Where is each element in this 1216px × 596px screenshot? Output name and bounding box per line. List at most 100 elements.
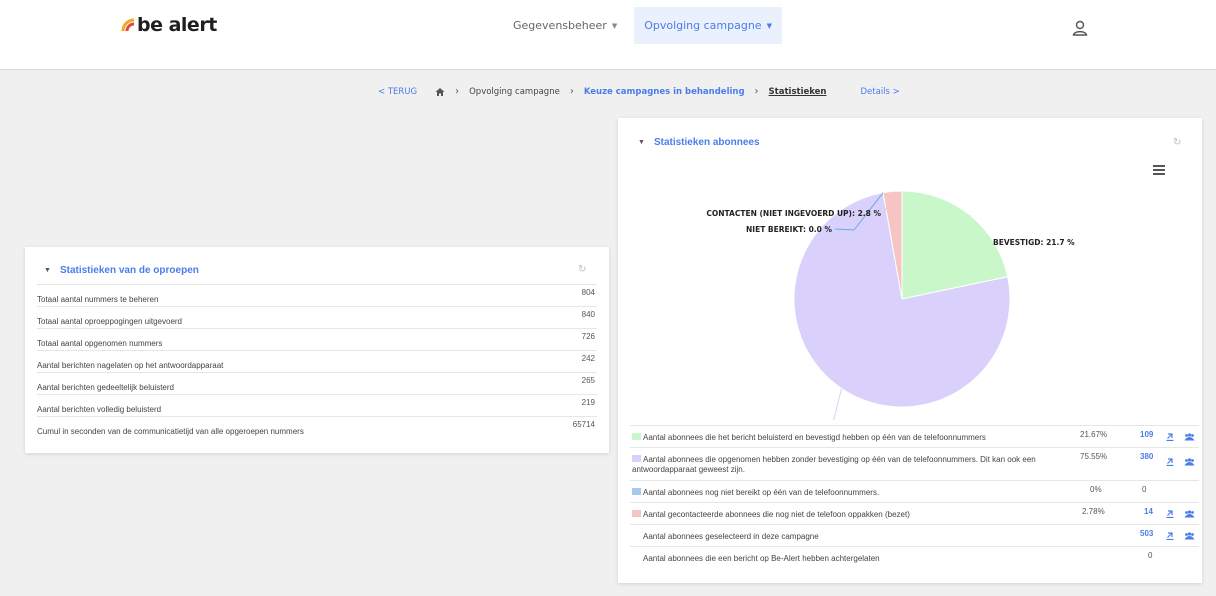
row-label: Aantal abonnees die een bericht op Be-Al…: [643, 554, 1073, 564]
row-count-link[interactable]: 503: [1140, 529, 1153, 538]
color-swatch: [632, 433, 641, 440]
chevron-down-icon: ▼: [611, 21, 618, 30]
breadcrumb-separator: ›: [455, 86, 460, 97]
breadcrumb-separator: ›: [754, 86, 759, 97]
table-row: Aantal abonnees nog niet bereikt op één …: [630, 480, 1199, 502]
row-count: 0: [1148, 551, 1153, 560]
row-percentage: 21.67%: [1080, 430, 1108, 439]
row-label: Aantal abonnees die het bericht beluiste…: [632, 433, 1062, 443]
call-statistics-panel: ▼ Statistieken van de oproepen ↻ Totaal …: [25, 247, 609, 453]
row-count-link[interactable]: 109: [1140, 430, 1153, 439]
row-label: Aantal abonnees nog niet bereikt op één …: [632, 488, 1062, 498]
pie-data-label: NIET BEREIKT: 0.0 %: [746, 225, 832, 234]
table-row: Aantal abonnees geselecteerd in deze cam…: [630, 524, 1199, 546]
color-swatch: [632, 455, 641, 462]
export-icon[interactable]: [1166, 458, 1174, 466]
row-count-link[interactable]: 14: [1144, 507, 1153, 516]
row-text: Aantal abonnees die het bericht beluiste…: [643, 433, 986, 442]
row-label: Aantal gecontacteerde abonnees die nog n…: [632, 510, 1062, 520]
row-label: Totaal aantal nummers te beheren: [37, 295, 159, 304]
breadcrumb-opvolging-campagne[interactable]: Opvolging campagne: [469, 87, 560, 97]
subscriber-pie-chart: BEVESTIGD: 21.7 %BELUISTERD: 75.5 %NIET …: [706, 190, 1075, 420]
refresh-icon[interactable]: ↻: [578, 264, 586, 275]
row-label: Cumul in seconden van de communicatietij…: [37, 427, 304, 436]
pie-label-connector: [833, 388, 843, 420]
pie-data-label: BEVESTIGD: 21.7 %: [993, 238, 1075, 247]
home-icon[interactable]: [435, 87, 445, 97]
export-icon[interactable]: [1166, 532, 1174, 540]
refresh-icon[interactable]: ↻: [1173, 137, 1181, 148]
row-value: 242: [581, 354, 595, 363]
call-statistics-table: Totaal aantal nummers te beheren 804 Tot…: [37, 284, 597, 438]
row-label: Aantal berichten gedeeltelijk beluisterd: [37, 383, 174, 392]
group-icon[interactable]: [1184, 510, 1195, 518]
row-percentage: 75.55%: [1080, 452, 1108, 461]
row-label: Aantal berichten nagelaten op het antwoo…: [37, 361, 224, 370]
breadcrumb-keuze-campagnes[interactable]: Keuze campagnes in behandeling: [584, 87, 745, 97]
pie-data-label: CONTACTEN (NIET INGEVOERD UP): 2.8 %: [706, 209, 881, 218]
row-value: 840: [581, 310, 595, 319]
back-link[interactable]: < TERUG: [378, 87, 417, 97]
subscriber-statistics-title: Statistieken abonnees: [653, 137, 760, 148]
export-icon[interactable]: [1166, 510, 1174, 518]
user-icon[interactable]: [1072, 20, 1088, 36]
row-label: Totaal aantal oproeppogingen uitgevoerd: [37, 317, 183, 326]
table-row: Aantal abonnees die een bericht op Be-Al…: [630, 546, 1199, 568]
row-value: 219: [581, 398, 595, 407]
row-text: Aantal abonnees nog niet bereikt op één …: [643, 488, 880, 497]
call-statistics-title: Statistieken van de oproepen: [59, 265, 199, 276]
logo-arc-icon: [121, 18, 135, 32]
color-swatch: [632, 488, 641, 495]
row-value: 804: [581, 288, 595, 297]
subscriber-statistics-table: Aantal abonnees die het bericht beluiste…: [630, 425, 1199, 568]
logo-text: be alert: [137, 14, 217, 36]
row-text: Aantal abonnees die een bericht op Be-Al…: [643, 554, 880, 563]
table-row: Aantal berichten gedeeltelijk beluisterd…: [37, 372, 597, 394]
group-icon[interactable]: [1184, 433, 1195, 441]
breadcrumb: < TERUG › Opvolging campagne › Keuze cam…: [378, 86, 900, 97]
nav-gegevensbeheer-label: Gegevensbeheer: [513, 19, 607, 32]
table-row: Aantal abonnees die opgenomen hebben zon…: [630, 447, 1199, 480]
row-text: Aantal abonnees die opgenomen hebben zon…: [632, 455, 1036, 474]
row-value: 65714: [572, 420, 595, 429]
table-row: Aantal berichten nagelaten op het antwoo…: [37, 350, 597, 372]
caret-down-icon: ▼: [638, 139, 645, 146]
table-row: Aantal berichten volledig beluisterd 219: [37, 394, 597, 416]
main-nav: Gegevensbeheer ▼ Opvolging campagne ▼: [504, 7, 782, 44]
details-link[interactable]: Details >: [861, 87, 900, 97]
table-row: Totaal aantal oproeppogingen uitgevoerd …: [37, 306, 597, 328]
table-row: Aantal gecontacteerde abonnees die nog n…: [630, 502, 1199, 524]
chevron-down-icon: ▼: [766, 21, 772, 30]
row-label: Aantal abonnees die opgenomen hebben zon…: [632, 455, 1062, 475]
breadcrumb-separator: ›: [569, 86, 574, 97]
be-alert-logo[interactable]: be alert: [121, 14, 217, 36]
table-row: Aantal abonnees die het bericht beluiste…: [630, 425, 1199, 447]
row-percentage: 2.78%: [1082, 507, 1105, 516]
subscriber-statistics-toggle[interactable]: ▼ Statistieken abonnees: [638, 137, 760, 148]
row-label: Totaal aantal opgenomen nummers: [37, 339, 163, 348]
row-count: 0: [1142, 485, 1147, 494]
call-statistics-toggle[interactable]: ▼ Statistieken van de oproepen: [44, 265, 199, 276]
table-row: Totaal aantal nummers te beheren 804: [37, 284, 597, 306]
top-navigation-bar: be alert Gegevensbeheer ▼ Opvolging camp…: [0, 0, 1216, 70]
export-icon[interactable]: [1166, 433, 1174, 441]
table-row: Totaal aantal opgenomen nummers 726: [37, 328, 597, 350]
nav-opvolging-campagne[interactable]: Opvolging campagne ▼: [634, 7, 782, 44]
row-value: 265: [581, 376, 595, 385]
nav-gegevensbeheer[interactable]: Gegevensbeheer ▼: [504, 7, 626, 44]
row-label: Aantal abonnees geselecteerd in deze cam…: [643, 532, 1073, 542]
subscriber-statistics-panel: ▼ Statistieken abonnees ↻ BEVESTIGD: 21.…: [618, 118, 1202, 583]
row-count-link[interactable]: 380: [1140, 452, 1153, 461]
breadcrumb-statistieken: Statistieken: [768, 86, 827, 97]
row-percentage: 0%: [1090, 485, 1102, 494]
group-icon[interactable]: [1184, 532, 1195, 540]
table-row: Cumul in seconden van de communicatietij…: [37, 416, 597, 438]
group-icon[interactable]: [1184, 458, 1195, 466]
row-label: Aantal berichten volledig beluisterd: [37, 405, 162, 414]
row-text: Aantal abonnees geselecteerd in deze cam…: [643, 532, 819, 541]
row-text: Aantal gecontacteerde abonnees die nog n…: [643, 510, 910, 519]
row-value: 726: [581, 332, 595, 341]
caret-down-icon: ▼: [44, 267, 51, 274]
nav-opvolging-campagne-label: Opvolging campagne: [644, 19, 762, 32]
color-swatch: [632, 510, 641, 517]
